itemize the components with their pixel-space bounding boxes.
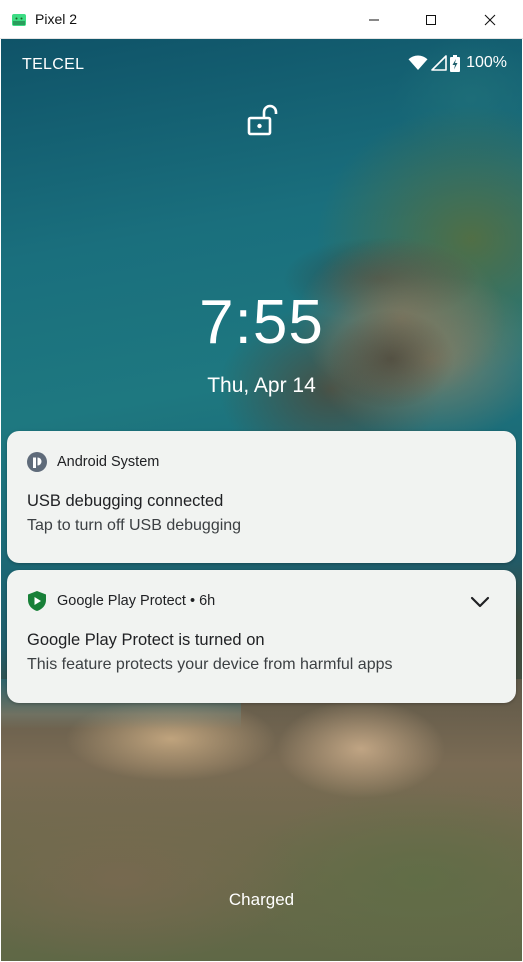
- status-icons: 100%: [408, 54, 507, 72]
- notification-title: Google Play Protect is turned on: [27, 631, 265, 649]
- close-icon: [484, 14, 496, 25]
- minimize-icon: [369, 19, 379, 20]
- battery-percentage: 100%: [466, 54, 507, 71]
- notification-text: Tap to turn off USB debugging: [27, 517, 242, 534]
- play-protect-shield-icon: [28, 591, 46, 611]
- cell-signal-icon: [431, 55, 447, 71]
- maximize-button[interactable]: [402, 0, 460, 39]
- lock-clock: 7:55: [199, 288, 324, 357]
- maximize-icon: [426, 14, 436, 25]
- android-system-icon: [27, 452, 47, 472]
- wifi-icon: [408, 55, 428, 70]
- notification-app-name: Android System: [57, 454, 160, 470]
- minimize-button[interactable]: [345, 0, 403, 39]
- carrier-name: TELCEL: [22, 56, 85, 73]
- window-title: Pixel 2: [35, 11, 78, 27]
- notification-app-line: Google Play Protect • 6h: [57, 593, 216, 609]
- battery-charging-icon: [450, 54, 461, 72]
- phone-lock-screen[interactable]: TELCEL 100% 7:55 Thu, Apr 14 Android Sys…: [1, 39, 522, 961]
- notification-play-protect[interactable]: Google Play Protect • 6h Google Play Pro…: [7, 570, 516, 703]
- android-emulator-icon: [11, 12, 27, 28]
- chevron-down-icon[interactable]: [469, 591, 491, 613]
- close-button[interactable]: [461, 0, 519, 39]
- unlocked-padlock-icon[interactable]: [246, 103, 280, 137]
- window-titlebar: Pixel 2: [0, 0, 523, 39]
- notification-title: USB debugging connected: [27, 492, 224, 510]
- notification-text: This feature protects your device from h…: [27, 656, 393, 673]
- notification-usb-debugging[interactable]: Android System USB debugging connected T…: [7, 431, 516, 563]
- lock-date: Thu, Apr 14: [207, 374, 316, 397]
- charging-status: Charged: [228, 890, 295, 909]
